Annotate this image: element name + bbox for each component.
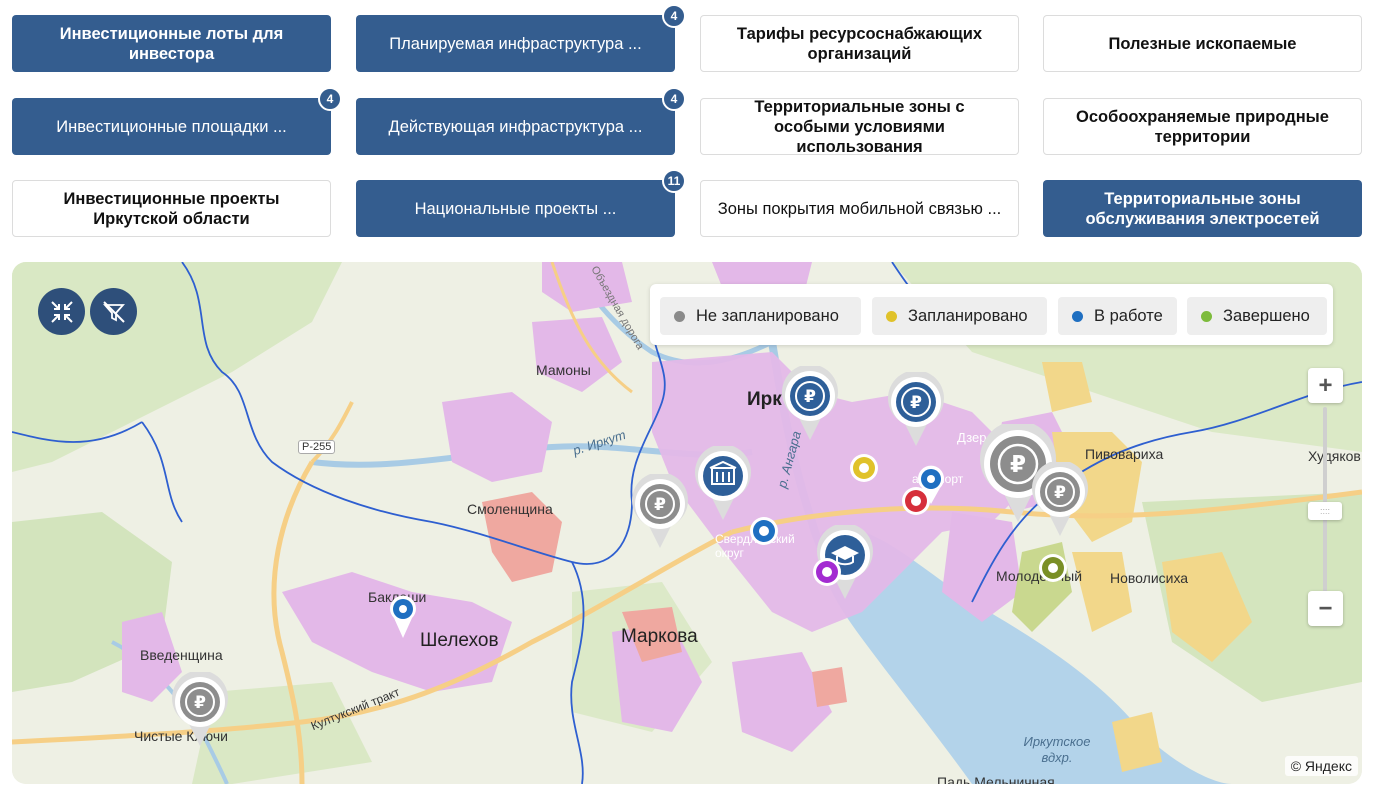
ruble-pin-icon[interactable]: ₽ bbox=[779, 366, 841, 442]
legend-dot bbox=[1201, 311, 1212, 322]
map-label-irkutsk: Ирк bbox=[747, 389, 782, 410]
layer-button-tariffs[interactable]: Тарифы ресурсоснабжающих организаций bbox=[700, 15, 1019, 72]
svg-text:₽: ₽ bbox=[654, 495, 666, 515]
count-badge: 11 bbox=[662, 169, 686, 193]
zoom-slider-handle[interactable]: :::: bbox=[1308, 502, 1342, 520]
legend-item-completed[interactable]: Завершено bbox=[1187, 297, 1327, 335]
map-label-markova: Маркова bbox=[621, 626, 698, 647]
map-label-pad-melnichnaya: Падь Мельничная bbox=[937, 774, 1055, 784]
layer-button-label: Полезные ископаемые bbox=[1108, 34, 1297, 53]
map-view[interactable]: Мамоны Ирк Смоленщина Баклаши Шелехов Ма… bbox=[12, 262, 1362, 784]
legend-label: Запланировано bbox=[908, 306, 1028, 325]
ruble-pin-icon[interactable]: ₽ bbox=[1029, 462, 1091, 538]
svg-text:₽: ₽ bbox=[1054, 483, 1066, 503]
legend-label: В работе bbox=[1094, 306, 1163, 325]
layer-button-label: Планируемая инфраструктура ... bbox=[389, 34, 642, 53]
legend-dot bbox=[674, 311, 685, 322]
svg-text:₽: ₽ bbox=[910, 393, 922, 413]
status-marker-planned[interactable] bbox=[848, 452, 880, 484]
layer-button-investment-projects[interactable]: Инвестиционные проекты Иркутской области bbox=[12, 180, 331, 237]
map-label-pivovarikha: Пивовариха bbox=[1085, 446, 1164, 462]
layer-button-power-zones[interactable]: Территориальные зоны обслуживания электр… bbox=[1043, 180, 1362, 237]
status-marker-purple[interactable] bbox=[811, 556, 843, 588]
layer-button-protected-areas[interactable]: Особоохраняемые природные территории bbox=[1043, 98, 1362, 155]
map-label-irkutsk-reservoir: Иркутское вдхр. bbox=[1023, 734, 1091, 765]
map-label-shelekhov: Шелехов bbox=[420, 630, 499, 651]
status-marker-in-progress[interactable] bbox=[748, 515, 780, 547]
layer-button-label: Инвестиционные лоты для инвестора bbox=[59, 24, 284, 63]
building-pin-icon[interactable] bbox=[692, 446, 754, 522]
count-badge: 4 bbox=[318, 87, 342, 111]
layer-button-national-projects[interactable]: Национальные проекты ... 11 bbox=[356, 169, 686, 237]
map-label-novolisikha: Новолисиха bbox=[1110, 570, 1189, 586]
map-label-smolenshchina: Смоленщина bbox=[467, 501, 553, 517]
ruble-pin-icon[interactable]: ₽ bbox=[629, 474, 691, 550]
layer-button-label: Инвестиционные проекты Иркутской области bbox=[63, 189, 280, 228]
svg-text:₽: ₽ bbox=[1010, 452, 1026, 478]
map-label-r255: Р-255 bbox=[298, 440, 336, 454]
layer-button-mobile-coverage[interactable]: Зоны покрытия мобильной связью ... bbox=[700, 180, 1019, 237]
layer-button-planned-infrastructure[interactable]: Планируемая инфраструктура ... 4 bbox=[356, 4, 686, 72]
status-marker-completed[interactable] bbox=[1037, 552, 1069, 584]
zoom-in-button[interactable]: + bbox=[1308, 368, 1343, 403]
legend-item-not-planned[interactable]: Не запланировано bbox=[660, 297, 861, 335]
map-label-mamony: Мамоны bbox=[536, 362, 591, 378]
collapse-button[interactable] bbox=[38, 288, 85, 335]
svg-text:₽: ₽ bbox=[194, 693, 206, 713]
status-legend: Не запланировано Запланировано В работе … bbox=[650, 284, 1333, 345]
ruble-pin-icon[interactable]: ₽ bbox=[169, 672, 231, 748]
layer-button-label: Тарифы ресурсоснабжающих организаций bbox=[736, 24, 983, 63]
legend-label: Не запланировано bbox=[696, 306, 839, 325]
legend-dot bbox=[886, 311, 897, 322]
layer-button-label: Зоны покрытия мобильной связью ... bbox=[717, 199, 1002, 218]
layer-button-existing-infrastructure[interactable]: Действующая инфраструктура ... 4 bbox=[356, 87, 686, 155]
layer-button-special-zones[interactable]: Территориальные зоны с особыми условиями… bbox=[700, 97, 1019, 156]
layer-button-label: Особоохраняемые природные территории bbox=[1076, 107, 1329, 146]
layer-button-label: Инвестиционные площадки ... bbox=[56, 117, 287, 136]
legend-label: Завершено bbox=[1223, 306, 1310, 325]
legend-dot bbox=[1072, 311, 1083, 322]
clear-filter-button[interactable] bbox=[90, 288, 137, 335]
collapse-arrows-icon bbox=[50, 300, 73, 323]
legend-item-in-progress[interactable]: В работе bbox=[1058, 297, 1177, 335]
layer-button-label: Территориальные зоны обслуживания электр… bbox=[1085, 189, 1320, 228]
map-copyright[interactable]: © Яндекс bbox=[1284, 756, 1358, 776]
count-badge: 4 bbox=[662, 4, 686, 28]
layer-button-label: Действующая инфраструктура ... bbox=[388, 117, 643, 136]
ruble-pin-icon[interactable]: ₽ bbox=[885, 372, 947, 448]
filter-off-icon bbox=[102, 300, 125, 323]
zoom-out-button[interactable]: − bbox=[1308, 591, 1343, 626]
map-label-khudyakovo: Худяков bbox=[1308, 448, 1361, 464]
layer-button-investment-lots[interactable]: Инвестиционные лоты для инвестора bbox=[12, 15, 331, 72]
location-pin-icon[interactable] bbox=[916, 464, 946, 506]
map-label-vvedenshchina: Введенщина bbox=[140, 647, 223, 663]
svg-text:₽: ₽ bbox=[804, 387, 816, 407]
layer-button-label: Национальные проекты ... bbox=[414, 199, 617, 218]
layer-button-label: Территориальные зоны с особыми условиями… bbox=[754, 97, 965, 156]
location-pin-icon[interactable] bbox=[388, 594, 418, 640]
count-badge: 4 bbox=[662, 87, 686, 111]
layer-button-investment-sites[interactable]: Инвестиционные площадки ... 4 bbox=[12, 87, 342, 155]
legend-item-planned[interactable]: Запланировано bbox=[872, 297, 1047, 335]
zoom-slider-track[interactable] bbox=[1323, 407, 1327, 592]
layer-button-minerals[interactable]: Полезные ископаемые bbox=[1043, 15, 1362, 72]
